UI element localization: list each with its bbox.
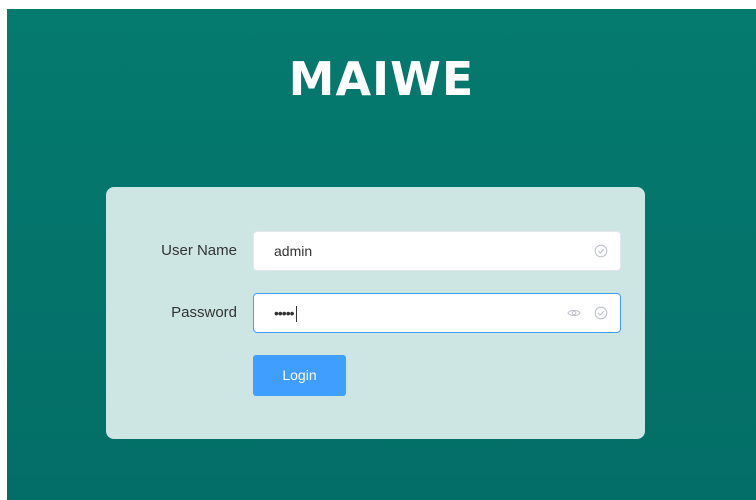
password-masked-text: ••••• (274, 305, 294, 321)
password-input[interactable]: ••••• (253, 293, 621, 333)
password-label: Password (171, 304, 237, 321)
login-button[interactable]: Login (253, 355, 346, 396)
text-caret (295, 306, 297, 323)
username-value[interactable]: admin (274, 232, 312, 270)
circle-check-icon (594, 244, 608, 258)
username-input[interactable]: admin (253, 231, 621, 271)
username-row: User Name admin (106, 231, 645, 271)
login-card: User Name admin Password ••••• Login (106, 187, 645, 439)
password-value[interactable]: ••••• (274, 294, 297, 332)
password-row: Password ••••• (106, 293, 645, 333)
login-screen: MAIWE User Name admin Password ••••• Log… (7, 9, 756, 500)
eye-icon[interactable] (567, 306, 581, 320)
circle-check-icon (594, 306, 608, 320)
maiwe-logo: MAIWE (288, 52, 475, 106)
username-label: User Name (161, 242, 237, 259)
